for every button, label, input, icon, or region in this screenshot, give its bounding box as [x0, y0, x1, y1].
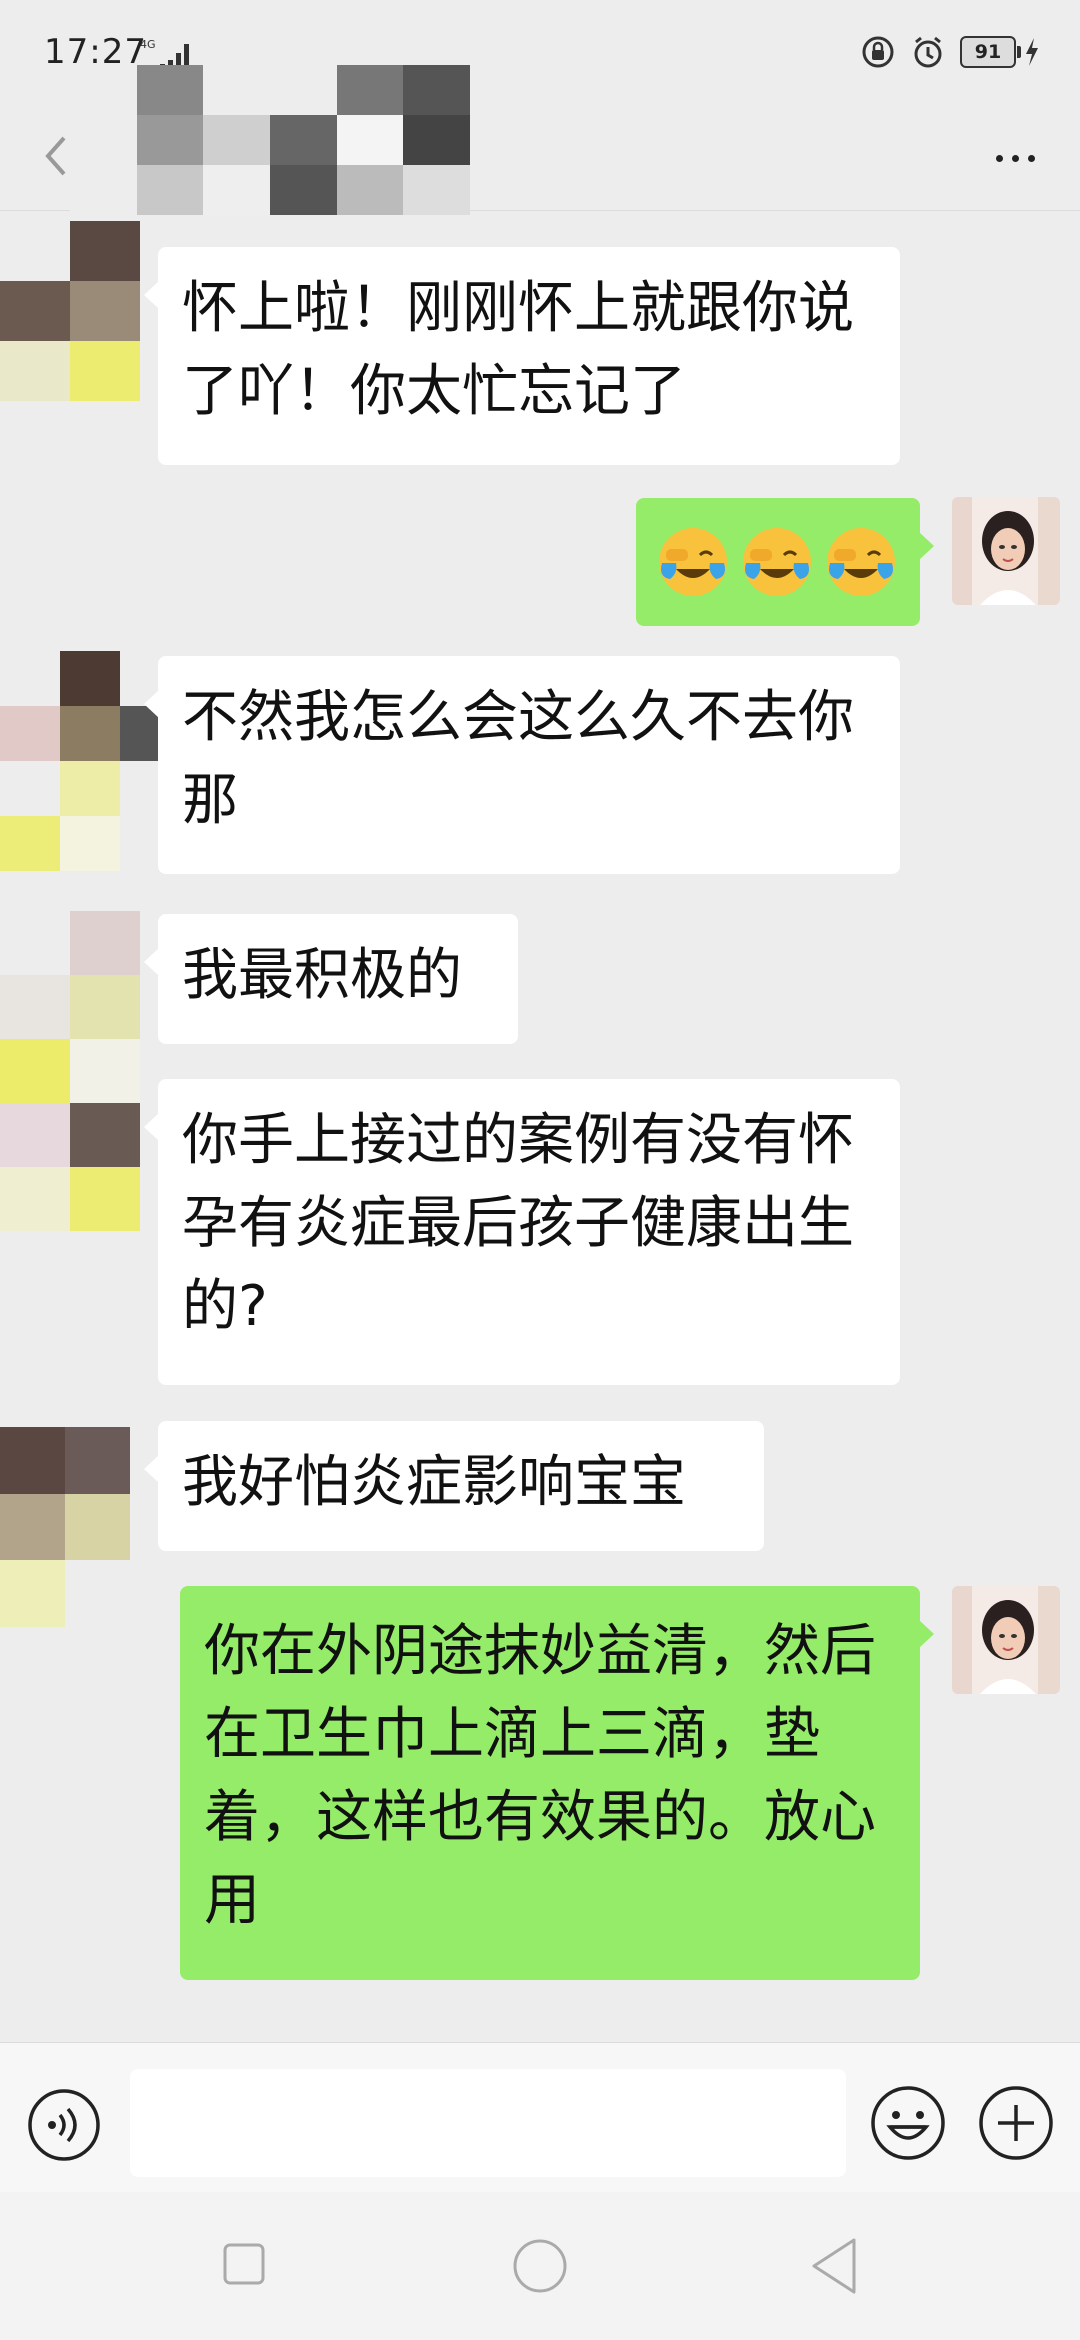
message-text: 我好怕炎症影响宝宝 [182, 1450, 686, 1515]
message-bubble-incoming[interactable]: 你手上接过的案例有没有怀孕有炎症最后孩子健康出生的? [144, 1079, 900, 1385]
message-text-input[interactable] [130, 2069, 846, 2177]
voice-input-icon[interactable] [26, 2087, 102, 2163]
battery-icon: 91 [960, 36, 1040, 68]
message-text: 不然我怎么会这么久不去你那 [182, 685, 854, 833]
home-icon[interactable] [512, 2238, 568, 2294]
message-bubble-incoming[interactable]: 我好怕炎症影响宝宝 [144, 1421, 764, 1551]
system-navigation-bar [0, 2192, 1080, 2340]
message-bubble-outgoing[interactable] [636, 498, 934, 626]
lock-rotation-icon [862, 36, 894, 68]
network-type: 4G [140, 38, 156, 51]
message-text: 我最积极的 [182, 943, 462, 1008]
contact-avatar[interactable] [0, 651, 180, 871]
avatar-photo [952, 497, 1060, 605]
battery-level: 91 [960, 36, 1016, 68]
message-bubble-incoming[interactable]: 不然我怎么会这么久不去你那 [144, 656, 900, 874]
avatar-photo [952, 1586, 1060, 1694]
message-text: 你手上接过的案例有没有怀孕有炎症最后孩子健康出生的? [182, 1108, 854, 1339]
crying-laughing-emoji-icon [743, 528, 811, 596]
emoji-picker-icon[interactable] [868, 2083, 948, 2163]
contact-avatar[interactable] [0, 221, 140, 401]
my-avatar[interactable] [952, 497, 1060, 605]
chat-title-bar [0, 65, 1080, 215]
my-avatar[interactable] [952, 1586, 1060, 1694]
message-bubble-incoming[interactable]: 怀上啦！刚刚怀上就跟你说了吖！你太忙忘记了 [144, 247, 900, 465]
crying-laughing-emoji-icon [827, 528, 895, 596]
contact-avatar[interactable] [0, 1427, 130, 1627]
crying-laughing-emoji-icon [659, 528, 727, 596]
message-text: 你在外阴途抹妙益清，然后在卫生巾上滴上三滴，垫着，这样也有效果的。放心用 [204, 1619, 876, 1933]
recent-apps-icon[interactable] [222, 2242, 266, 2286]
more-options-icon[interactable] [980, 128, 1050, 188]
alarm-icon [914, 36, 942, 68]
charging-icon [1026, 38, 1038, 66]
contact-name-mosaic [70, 65, 470, 215]
nav-back-icon[interactable] [808, 2236, 860, 2296]
emoji-row [654, 498, 902, 626]
message-bubble-outgoing[interactable]: 你在外阴途抹妙益清，然后在卫生巾上滴上三滴，垫着，这样也有效果的。放心用 [180, 1586, 934, 1980]
message-input-bar [0, 2042, 1080, 2193]
message-bubble-incoming[interactable]: 我最积极的 [144, 914, 518, 1044]
chat-message-list[interactable]: 怀上啦！刚刚怀上就跟你说了吖！你太忙忘记了 不然我怎么会这么久不去你那 我最积极… [0, 211, 1080, 2041]
more-functions-plus-icon[interactable] [976, 2083, 1056, 2163]
message-text: 怀上啦！刚刚怀上就跟你说了吖！你太忙忘记了 [182, 276, 854, 424]
contact-avatar[interactable] [0, 911, 140, 1231]
